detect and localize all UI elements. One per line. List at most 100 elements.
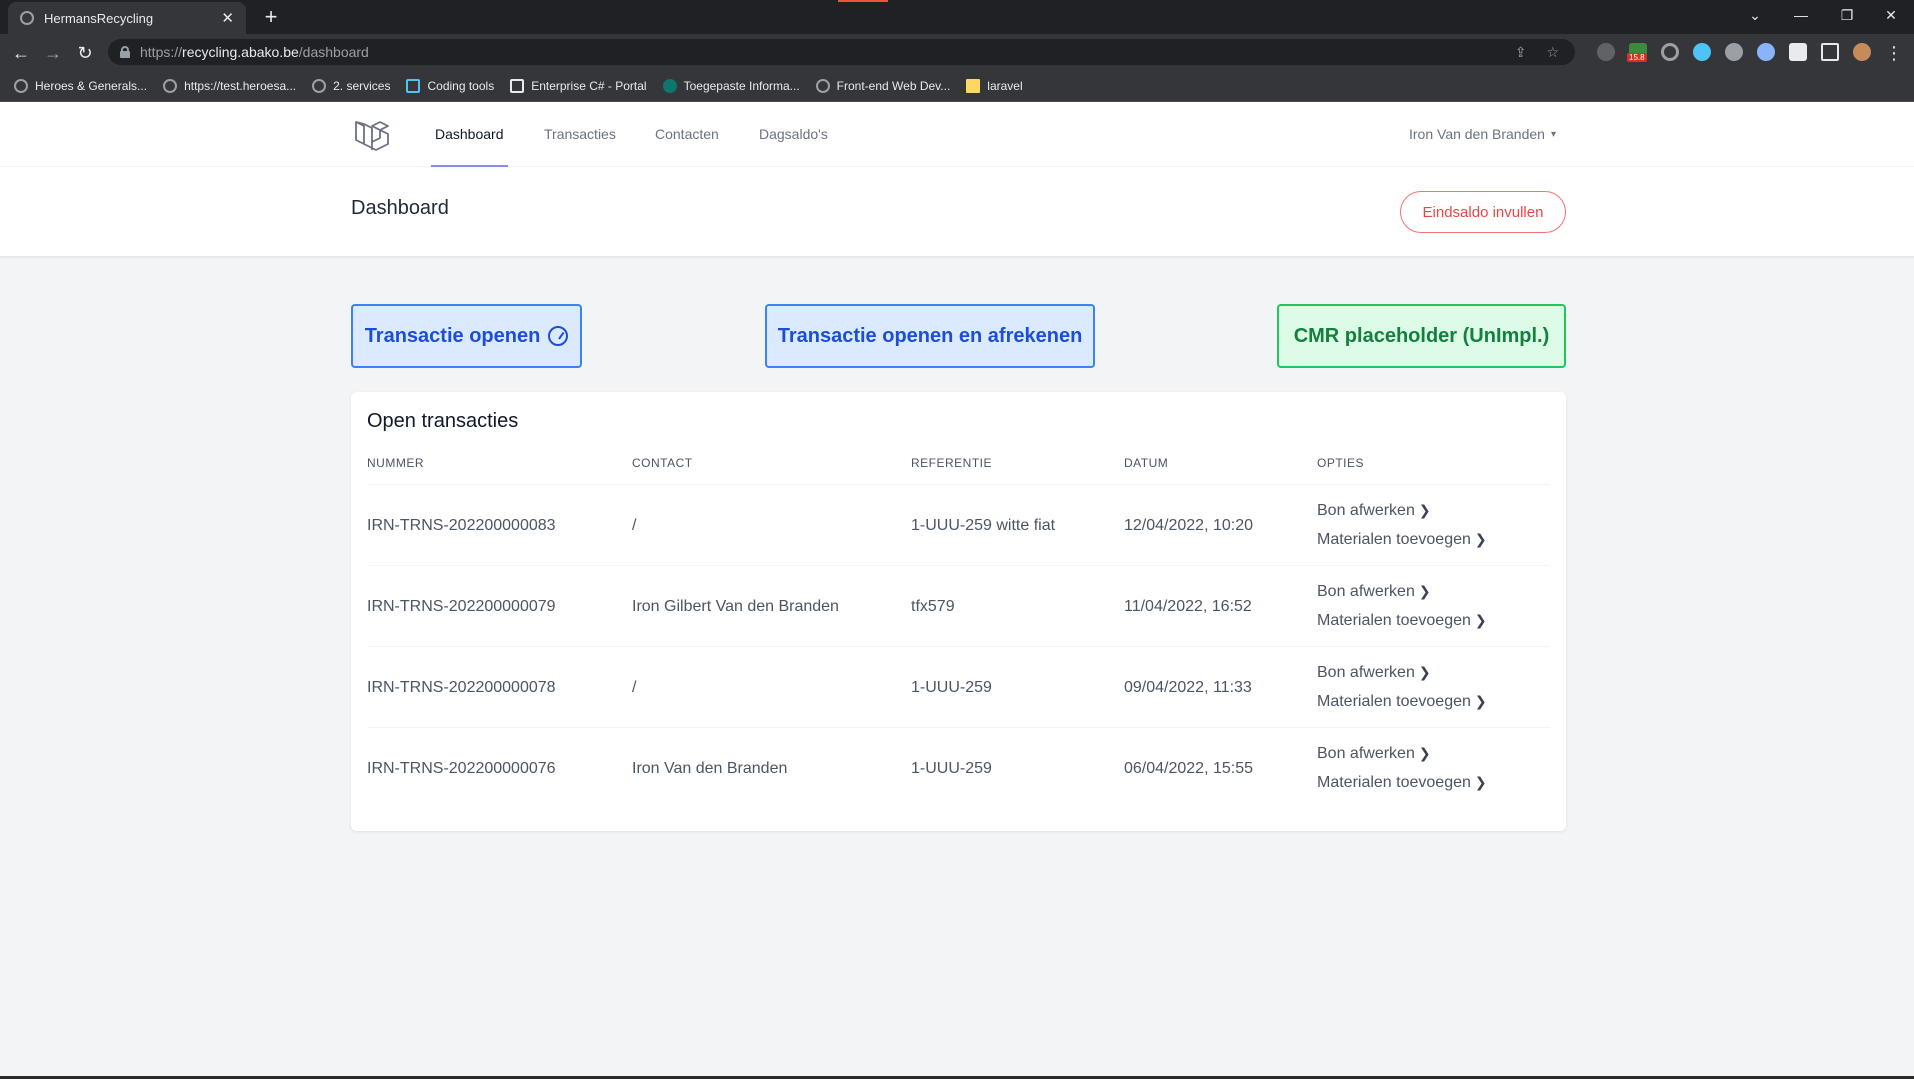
nav-dashboard[interactable]: Dashboard: [431, 102, 508, 167]
globe-icon: [815, 78, 830, 93]
profile-avatar-icon[interactable]: [1853, 43, 1871, 61]
tab-close-icon[interactable]: ✕: [221, 9, 234, 27]
folder-icon: [966, 78, 981, 93]
app-navbar: Dashboard Transacties Contacten Dagsaldo…: [0, 102, 1914, 167]
back-icon[interactable]: ←: [8, 40, 34, 66]
shield-icon: [406, 78, 421, 93]
cell-referentie: 1-UUU-259 witte fiat: [911, 517, 1056, 534]
nav-transacties[interactable]: Transacties: [544, 102, 616, 167]
column-header-nummer: NUMMER: [367, 456, 424, 470]
bon-afwerken-link[interactable]: Bon afwerken ❯: [1317, 664, 1487, 682]
cell-nummer: IRN-TRNS-202200000076: [367, 760, 556, 777]
bookmark-item[interactable]: Coding tools: [406, 78, 494, 93]
reload-icon[interactable]: ↻: [72, 40, 98, 66]
bookmark-folder[interactable]: laravel: [966, 78, 1023, 93]
extension-badge-count: 15.8: [1627, 53, 1647, 62]
bon-afwerken-link[interactable]: Bon afwerken ❯: [1317, 583, 1487, 601]
table-row: IRN-TRNS-202200000079 Iron Gilbert Van d…: [367, 565, 1550, 646]
extension-glasses-icon[interactable]: [1597, 43, 1615, 61]
transactie-openen-button[interactable]: Transactie openen: [351, 304, 582, 368]
nav-contacten[interactable]: Contacten: [655, 102, 719, 167]
bookmark-item[interactable]: Front-end Web Dev...: [815, 78, 950, 93]
new-tab-icon[interactable]: +: [258, 4, 284, 30]
bookmark-item[interactable]: Heroes & Generals...: [14, 78, 147, 93]
eindsaldo-invullen-button[interactable]: Eindsaldo invullen: [1400, 191, 1566, 233]
column-header-contact: CONTACT: [632, 456, 693, 470]
close-window-icon[interactable]: ✕: [1868, 0, 1914, 30]
bon-afwerken-link[interactable]: Bon afwerken ❯: [1317, 502, 1487, 520]
row-options: Bon afwerken ❯ Materialen toevoegen ❯: [1317, 647, 1487, 728]
bookmark-item[interactable]: Toegepaste Informa...: [662, 78, 800, 93]
cell-contact: Iron Gilbert Van den Branden: [632, 598, 839, 615]
restore-icon[interactable]: ❐: [1824, 0, 1870, 30]
extension-telegram-icon[interactable]: [1693, 43, 1711, 61]
chevron-right-icon: ❯: [1474, 612, 1487, 628]
materialen-toevoegen-link[interactable]: Materialen toevoegen ❯: [1317, 774, 1487, 792]
extension-search-icon[interactable]: [1757, 43, 1775, 61]
sharepoint-icon: [662, 78, 677, 93]
extension-ring-icon[interactable]: [1661, 43, 1679, 61]
globe-icon: [312, 78, 327, 93]
column-header-referentie: REFERENTIE: [911, 456, 993, 470]
side-panel-icon[interactable]: [1821, 43, 1839, 61]
cell-referentie: 1-UUU-259: [911, 760, 992, 777]
cell-referentie: tfx579: [911, 598, 955, 615]
cell-nummer: IRN-TRNS-202200000078: [367, 679, 556, 696]
cell-contact: Iron Van den Branden: [632, 760, 788, 777]
column-header-opties: OPTIES: [1317, 456, 1365, 470]
tab-search-icon[interactable]: ⌄: [1732, 0, 1778, 30]
card-title: Open transacties: [367, 410, 519, 432]
chevron-right-icon: ❯: [1474, 693, 1487, 709]
browser-menu-icon[interactable]: ⋮: [1881, 40, 1907, 66]
cell-datum: 09/04/2022, 11:33: [1124, 679, 1252, 696]
transactie-openen-afrekenen-button[interactable]: Transactie openen en afrekenen: [765, 304, 1095, 368]
open-transacties-card: Open transacties NUMMER CONTACT REFERENT…: [351, 392, 1566, 831]
bon-afwerken-link[interactable]: Bon afwerken ❯: [1317, 745, 1487, 763]
extensions-puzzle-icon[interactable]: [1789, 43, 1807, 61]
materialen-toevoegen-link[interactable]: Materialen toevoegen ❯: [1317, 531, 1487, 549]
page-header: Dashboard Eindsaldo invullen: [0, 167, 1914, 257]
url-scheme: https://: [140, 44, 183, 60]
cell-datum: 06/04/2022, 15:55: [1124, 760, 1254, 777]
table-row: IRN-TRNS-202200000083 / 1-UUU-259 witte …: [367, 484, 1550, 565]
forward-icon[interactable]: →: [40, 40, 66, 66]
page-title: Dashboard: [351, 197, 449, 219]
chevron-right-icon: ❯: [1418, 502, 1431, 518]
table-row: IRN-TRNS-202200000078 / 1-UUU-259 09/04/…: [367, 646, 1550, 727]
row-options: Bon afwerken ❯ Materialen toevoegen ❯: [1317, 485, 1487, 566]
share-icon[interactable]: ⇪: [1515, 44, 1527, 61]
bookmark-item[interactable]: https://test.heroesa...: [163, 78, 296, 93]
cell-datum: 11/04/2022, 16:52: [1124, 598, 1252, 615]
column-header-datum: DATUM: [1124, 456, 1169, 470]
browser-tab[interactable]: HermansRecycling ✕: [8, 2, 246, 34]
extension-badge-icon[interactable]: 15.8: [1627, 43, 1647, 62]
tab-favicon-icon: [20, 11, 34, 25]
url-path: /dashboard: [298, 44, 369, 60]
table-header: NUMMER CONTACT REFERENTIE DATUM OPTIES: [367, 456, 1550, 476]
nav-dagsaldos[interactable]: Dagsaldo's: [759, 102, 828, 167]
browser-tab-bar: HermansRecycling ✕ + ⌄ — ❐ ✕: [0, 0, 1914, 34]
bookmarks-bar: Heroes & Generals... https://test.heroes…: [0, 70, 1914, 102]
bookmark-item[interactable]: Enterprise C# - Portal: [510, 78, 647, 93]
chevron-right-icon: ❯: [1418, 745, 1431, 761]
user-menu[interactable]: Iron Van den Branden ▾: [1409, 102, 1556, 167]
bookmark-item[interactable]: 2. services: [312, 78, 390, 93]
globe-icon: [14, 78, 28, 93]
materialen-toevoegen-link[interactable]: Materialen toevoegen ❯: [1317, 612, 1487, 630]
extension-gear-icon[interactable]: [1725, 43, 1743, 61]
laravel-logo-icon[interactable]: [352, 118, 392, 154]
tab-title: HermansRecycling: [44, 10, 154, 26]
minimize-icon[interactable]: —: [1778, 0, 1824, 30]
table-row: IRN-TRNS-202200000076 Iron Van den Brand…: [367, 727, 1550, 808]
cmr-placeholder-button[interactable]: CMR placeholder (UnImpl.): [1277, 304, 1566, 368]
cell-referentie: 1-UUU-259: [911, 679, 992, 696]
materialen-toevoegen-link[interactable]: Materialen toevoegen ❯: [1317, 693, 1487, 711]
row-options: Bon afwerken ❯ Materialen toevoegen ❯: [1317, 728, 1487, 809]
address-bar[interactable]: https://recycling.abako.be/dashboard ⇪ ☆: [108, 39, 1575, 65]
browser-toolbar: ← → ↻ https://recycling.abako.be/dashboa…: [0, 34, 1914, 70]
row-options: Bon afwerken ❯ Materialen toevoegen ❯: [1317, 566, 1487, 647]
chevron-down-icon: ▾: [1550, 129, 1556, 140]
chevron-right-icon: ❯: [1418, 583, 1431, 599]
bookmark-star-icon[interactable]: ☆: [1546, 44, 1559, 61]
url-host: recycling.abako.be: [182, 44, 299, 60]
